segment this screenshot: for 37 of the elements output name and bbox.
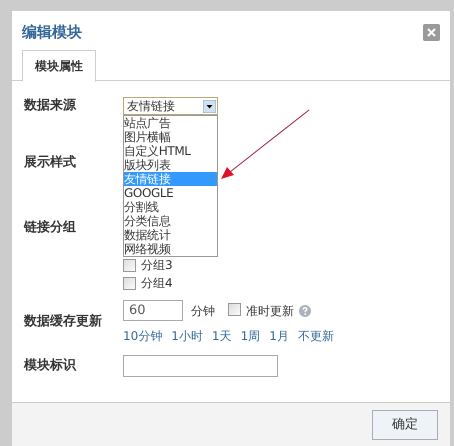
- preset-link[interactable]: 10分钟: [123, 327, 162, 345]
- checkbox-label: 分组4: [141, 275, 173, 292]
- preset-link[interactable]: 1月: [269, 327, 289, 345]
- close-button[interactable]: [423, 24, 440, 41]
- cache-minutes-field[interactable]: 60: [123, 300, 183, 321]
- preset-link[interactable]: 不更新: [298, 327, 334, 345]
- help-icon[interactable]: [299, 304, 311, 316]
- close-icon: [427, 28, 436, 37]
- field-label: 数据缓存更新: [24, 312, 103, 330]
- identifier-field[interactable]: [123, 355, 278, 377]
- source-select[interactable]: 友情链接: [123, 97, 218, 115]
- checkbox-label: 分组3: [141, 257, 173, 274]
- field-label: 数据来源: [24, 97, 78, 115]
- dropdown-option[interactable]: 网络视频: [124, 242, 217, 256]
- dropdown-option[interactable]: 自定义HTML: [124, 144, 217, 158]
- field-label: 链接分组: [24, 219, 77, 237]
- dropdown-option[interactable]: 站点广告: [124, 116, 217, 130]
- preset-link[interactable]: 1周: [240, 327, 260, 345]
- dropdown-arrow-icon: [203, 100, 216, 112]
- tab[interactable]: 模块属性: [22, 50, 96, 82]
- dropdown-option[interactable]: 数据统计: [124, 228, 217, 242]
- dropdown-option[interactable]: 版块列表: [124, 158, 217, 172]
- dialog-title: 编辑模块: [22, 22, 82, 44]
- checkbox-label: 准时更新: [246, 302, 294, 320]
- dropdown-option[interactable]: 分割线: [124, 200, 217, 214]
- confirm-button[interactable]: 确定: [372, 410, 438, 440]
- checkbox[interactable]: [123, 258, 136, 272]
- preset-link[interactable]: 1天: [212, 327, 232, 345]
- field-label: 展示样式: [24, 154, 77, 172]
- dropdown-option[interactable]: GOOGLE: [124, 186, 217, 200]
- dropdown-option[interactable]: 分类信息: [124, 214, 217, 228]
- checkbox[interactable]: [228, 302, 241, 316]
- dropdown-option[interactable]: 图片横幅: [124, 130, 217, 144]
- checkbox[interactable]: [123, 276, 136, 290]
- preset-link[interactable]: 1小时: [171, 327, 203, 345]
- unit-label: 分钟: [191, 302, 215, 320]
- field-label: 模块标识: [24, 357, 78, 375]
